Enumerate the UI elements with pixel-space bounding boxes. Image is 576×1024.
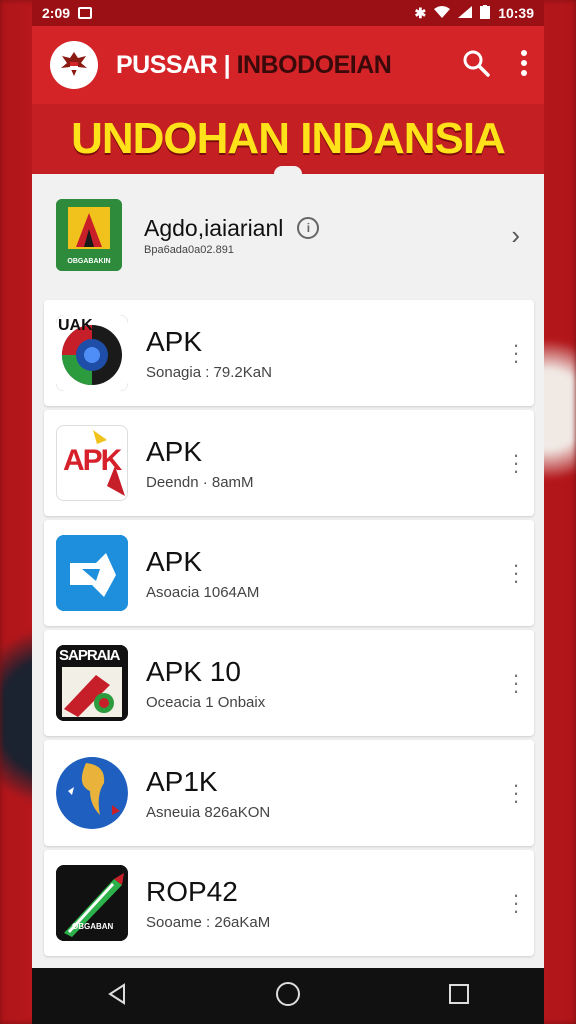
status-time-left: 2:09 <box>42 5 71 21</box>
app-icon <box>56 535 128 611</box>
app-subtitle: Asneuia 826aKON <box>146 803 271 821</box>
more-vert-icon[interactable]: · · · <box>510 774 522 812</box>
app-icon: APK <box>56 425 128 501</box>
more-vert-icon[interactable]: · · · <box>510 444 522 482</box>
back-icon[interactable] <box>106 982 128 1010</box>
featured-app-title: Agdo,iaiarianl <box>144 214 284 241</box>
app-subtitle: Oceacia 1 Onbaix <box>146 693 266 711</box>
phone-screen: 2:09 ✱ 10:39 PUSSAR | INBODOEIAN UNDOHAN… <box>32 0 544 1024</box>
app-title: APK <box>146 545 203 577</box>
more-vert-icon[interactable]: · · · <box>510 334 522 372</box>
app-title: APK <box>146 435 203 467</box>
app-icon-label: UAK <box>58 317 93 334</box>
app-subtitle: Deendn · 8amM <box>146 473 254 491</box>
featured-app-subtitle: Bpa6ada0a02.891 <box>144 243 234 256</box>
notification-icon <box>78 7 93 19</box>
app-subtitle: Asoacia 1064AM <box>146 583 260 601</box>
home-icon[interactable] <box>275 981 301 1012</box>
wifi-icon <box>434 5 451 21</box>
search-icon[interactable] <box>462 49 490 82</box>
app-title: AP1K <box>146 765 218 797</box>
app-icon <box>56 755 128 831</box>
app-title-sub: INBODOEIAN <box>236 50 392 79</box>
garuda-emblem-icon <box>61 52 87 76</box>
info-icon[interactable]: i <box>297 217 320 239</box>
system-nav-bar <box>32 968 544 1024</box>
more-vert-icon[interactable]: · · · <box>510 554 522 592</box>
list-item[interactable]: APK APK Deendn · 8amM · · · <box>44 410 534 516</box>
chevron-right-icon[interactable]: › <box>511 220 520 251</box>
app-title-main: PUSSAR <box>116 50 218 79</box>
app-icon-label: SAPRAIA <box>59 647 121 664</box>
app-icon-label: APK <box>63 444 122 477</box>
featured-app-icon-label: OBGABAKIN <box>67 258 111 265</box>
list-item[interactable]: UAK APK Sonagia : 79.2KaN · · · <box>44 300 534 406</box>
featured-app-icon: OBGABAKIN <box>56 199 122 271</box>
app-list: UAK APK Sonagia : 79.2KaN · · · APK APK De… <box>44 300 534 960</box>
app-title: PUSSAR | INBODOEIAN <box>116 50 392 80</box>
featured-app-row[interactable]: OBGABAKIN Agdo,iaiarianl i Bpa6ada0a02.8… <box>32 176 544 294</box>
status-bar: 2:09 ✱ 10:39 <box>32 0 544 26</box>
battery-icon <box>480 4 491 22</box>
banner-title: UNDOHAN INDANSIA <box>71 114 506 163</box>
signal-icon <box>458 5 473 21</box>
app-bar: PUSSAR | INBODOEIAN <box>32 26 544 104</box>
app-title: APK 10 <box>146 655 241 687</box>
app-title: APK <box>146 325 203 357</box>
app-icon: UAK <box>56 315 128 391</box>
more-vert-icon[interactable]: · · · <box>510 884 522 922</box>
list-item[interactable]: SAPRAIA APK 10 Oceacia 1 Onbaix · · · <box>44 630 534 736</box>
app-icon: OBGABAN <box>56 865 128 941</box>
list-item[interactable]: APK Asoacia 1064AM · · · <box>44 520 534 626</box>
app-logo[interactable] <box>50 41 98 89</box>
alarm-icon: ✱ <box>414 4 427 21</box>
list-item[interactable]: OBGABAN ROP42 Sooame : 26aKaM · · · <box>44 850 534 956</box>
list-item[interactable]: AP1K Asneuia 826aKON · · · <box>44 740 534 846</box>
app-title: ROP42 <box>146 875 238 907</box>
more-vert-icon[interactable]: · · · <box>510 664 522 702</box>
app-subtitle: Sonagia : 79.2KaN <box>146 363 272 381</box>
recents-icon[interactable] <box>448 983 470 1010</box>
app-subtitle: Sooame : 26aKaM <box>146 913 271 931</box>
app-title-separator: | <box>217 50 237 79</box>
status-time-right: 10:39 <box>498 5 534 21</box>
app-icon: SAPRAIA <box>56 645 128 721</box>
hero-banner: UNDOHAN INDANSIA <box>32 104 544 174</box>
app-icon-label: OBGABAN <box>72 922 114 931</box>
overflow-menu-icon[interactable] <box>520 49 528 81</box>
